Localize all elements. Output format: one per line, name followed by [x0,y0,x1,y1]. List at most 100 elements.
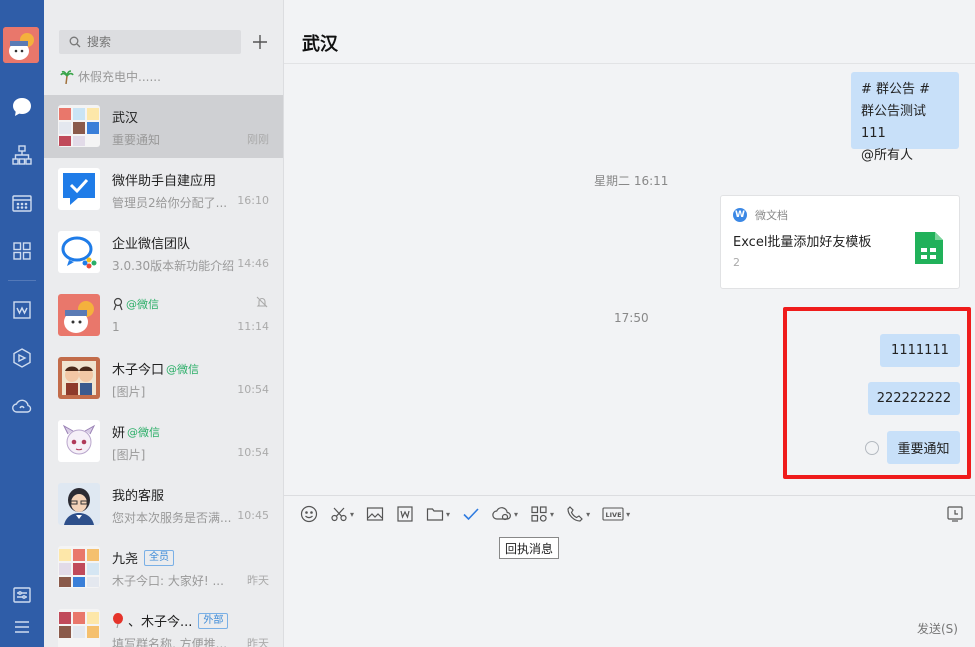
live-button[interactable]: LIVE ▾ [602,503,630,525]
timestamp: 星期二 16:11 [594,174,669,188]
conversation-name: 我的客服 [112,489,165,504]
conversation-time: 14:46 [237,257,269,270]
group-avatar [58,609,100,647]
conversation-preview: 1 [112,320,120,334]
drive-icon[interactable] [0,343,44,373]
notice-line: 群公告测试111 [861,104,927,141]
word-doc-icon [397,506,413,522]
screenshot-button[interactable]: ▾ [330,503,354,525]
contact-avatar [58,294,100,336]
contact-avatar [58,420,100,462]
conversation-name: 企业微信团队 [112,237,191,252]
header-divider [284,63,975,64]
add-button[interactable] [250,30,270,54]
svg-text:LIVE: LIVE [606,511,622,519]
conversation-time: 10:54 [237,383,269,396]
workbench-icon[interactable] [0,236,44,266]
conversation-item[interactable]: 微伴助手自建应用 管理员2给你分配了... 16:10 [44,158,283,221]
conversation-time: 10:54 [237,446,269,459]
receipt-message-button[interactable] [462,503,480,525]
conversation-name: 武汉 [112,111,139,126]
group-avatar [58,546,100,588]
apps-button[interactable]: ▾ [530,503,554,525]
pin-icon [113,297,123,311]
file-button[interactable]: ▾ [426,503,450,525]
conversation-name: 妍 @微信 [112,425,161,442]
search-box[interactable] [59,30,241,54]
conversation-preview: 3.0.30版本新功能介绍 [112,259,235,273]
scissors-icon [331,507,347,522]
conversation-item[interactable]: 九尧 全员 木子今口: 大家好! ... 昨天 [44,536,283,599]
doc-button[interactable] [396,503,414,525]
external-tag: 外部 [198,612,229,629]
conversation-time: 昨天 [247,637,269,647]
conversation-item[interactable]: 我的客服 您对本次服务是否满... 10:45 [44,473,283,536]
docs-icon[interactable] [0,295,44,325]
conversation-name: 、木子今... 外部 [112,611,229,630]
group-notice-bubble[interactable]: # 群公告 # 群公告测试111 @所有人 [851,72,959,163]
menu-icon[interactable] [0,612,44,642]
input-toolbar: ▾ ▾ ▾ ▾ ▾ LIVE ▾ [300,503,642,525]
notice-line: @所有人 [861,148,914,163]
cloud-file-button[interactable]: ▾ [492,503,518,525]
call-button[interactable]: ▾ [566,503,590,525]
image-icon [366,507,384,521]
timestamp: 17:50 [614,311,649,325]
conversation-item[interactable]: 木子今口 @微信 [图片] 10:54 [44,347,283,410]
contacts-icon[interactable] [0,140,44,170]
history-icon [947,506,963,522]
doc-card[interactable]: W 微文档 Excel批量添加好友模板 2 [720,195,960,289]
rail-divider [8,280,36,281]
conversation-preview: 您对本次服务是否满... [112,511,232,525]
conversation-item[interactable]: 企业微信团队 3.0.30版本新功能介绍 14:46 [44,221,283,284]
balloon-icon [113,613,123,628]
doc-source: W 微文档 [733,207,788,223]
conversation-time: 刚刚 [247,133,269,146]
highlight-box [783,307,971,479]
palm-tree-icon [60,69,74,84]
plus-icon [253,35,267,49]
receipt-tooltip: 回执消息 [499,537,560,559]
search-input[interactable] [87,35,227,49]
search-icon [69,36,81,48]
conversation-item[interactable]: 武汉 重要通知 刚刚 [44,95,283,158]
user-avatar[interactable] [3,27,39,63]
conversation-name: @微信 [112,296,159,312]
chat-title[interactable]: 武汉 [302,30,338,56]
weidoc-icon: W [733,208,747,222]
cloud-link-icon [492,507,511,521]
image-button[interactable] [366,503,384,525]
conversation-preview: 木子今口: 大家好! ... [112,574,224,588]
all-staff-tag: 全员 [144,549,175,566]
contact-avatar [58,357,100,399]
status-text: 休假充电中...... [78,70,161,84]
folder-icon [426,508,444,521]
cloud-icon[interactable] [0,391,44,421]
conversation-preview: 填写群名称, 方便推... [112,637,228,647]
conversation-item[interactable]: 妍 @微信 [图片] 10:54 [44,410,283,473]
conversation-time: 11:14 [237,320,269,333]
spreadsheet-icon [915,232,943,264]
doc-count: 2 [733,256,740,269]
send-button[interactable]: 发送(S) [917,620,958,637]
conversation-preview: 重要通知 [112,133,161,147]
emoji-icon [300,505,318,523]
calendar-icon[interactable] [0,188,44,218]
conversation-time: 16:10 [237,194,269,207]
emoji-button[interactable] [300,503,318,525]
conversation-item[interactable]: @微信 1 11:14 [44,284,283,347]
chat-panel: 武汉 # 群公告 # 群公告测试111 @所有人 星期二 16:11 W 微文档… [284,0,975,647]
phone-icon [567,506,583,522]
group-avatar [58,105,100,147]
conversation-preview: [图片] [112,385,146,399]
notice-line: # 群公告 # [861,82,931,97]
user-status[interactable]: 休假充电中...... [60,68,161,85]
live-icon: LIVE [602,507,624,521]
chat-history-button[interactable] [946,505,964,527]
message-icon[interactable] [0,92,44,122]
conversation-name: 木子今口 @微信 [112,362,200,379]
conversation-item[interactable]: 、木子今... 外部 填写群名称, 方便推... 昨天 [44,599,283,647]
conversation-time: 10:45 [237,509,269,522]
settings-icon[interactable] [0,580,44,610]
conversation-preview: [图片] [112,448,146,462]
